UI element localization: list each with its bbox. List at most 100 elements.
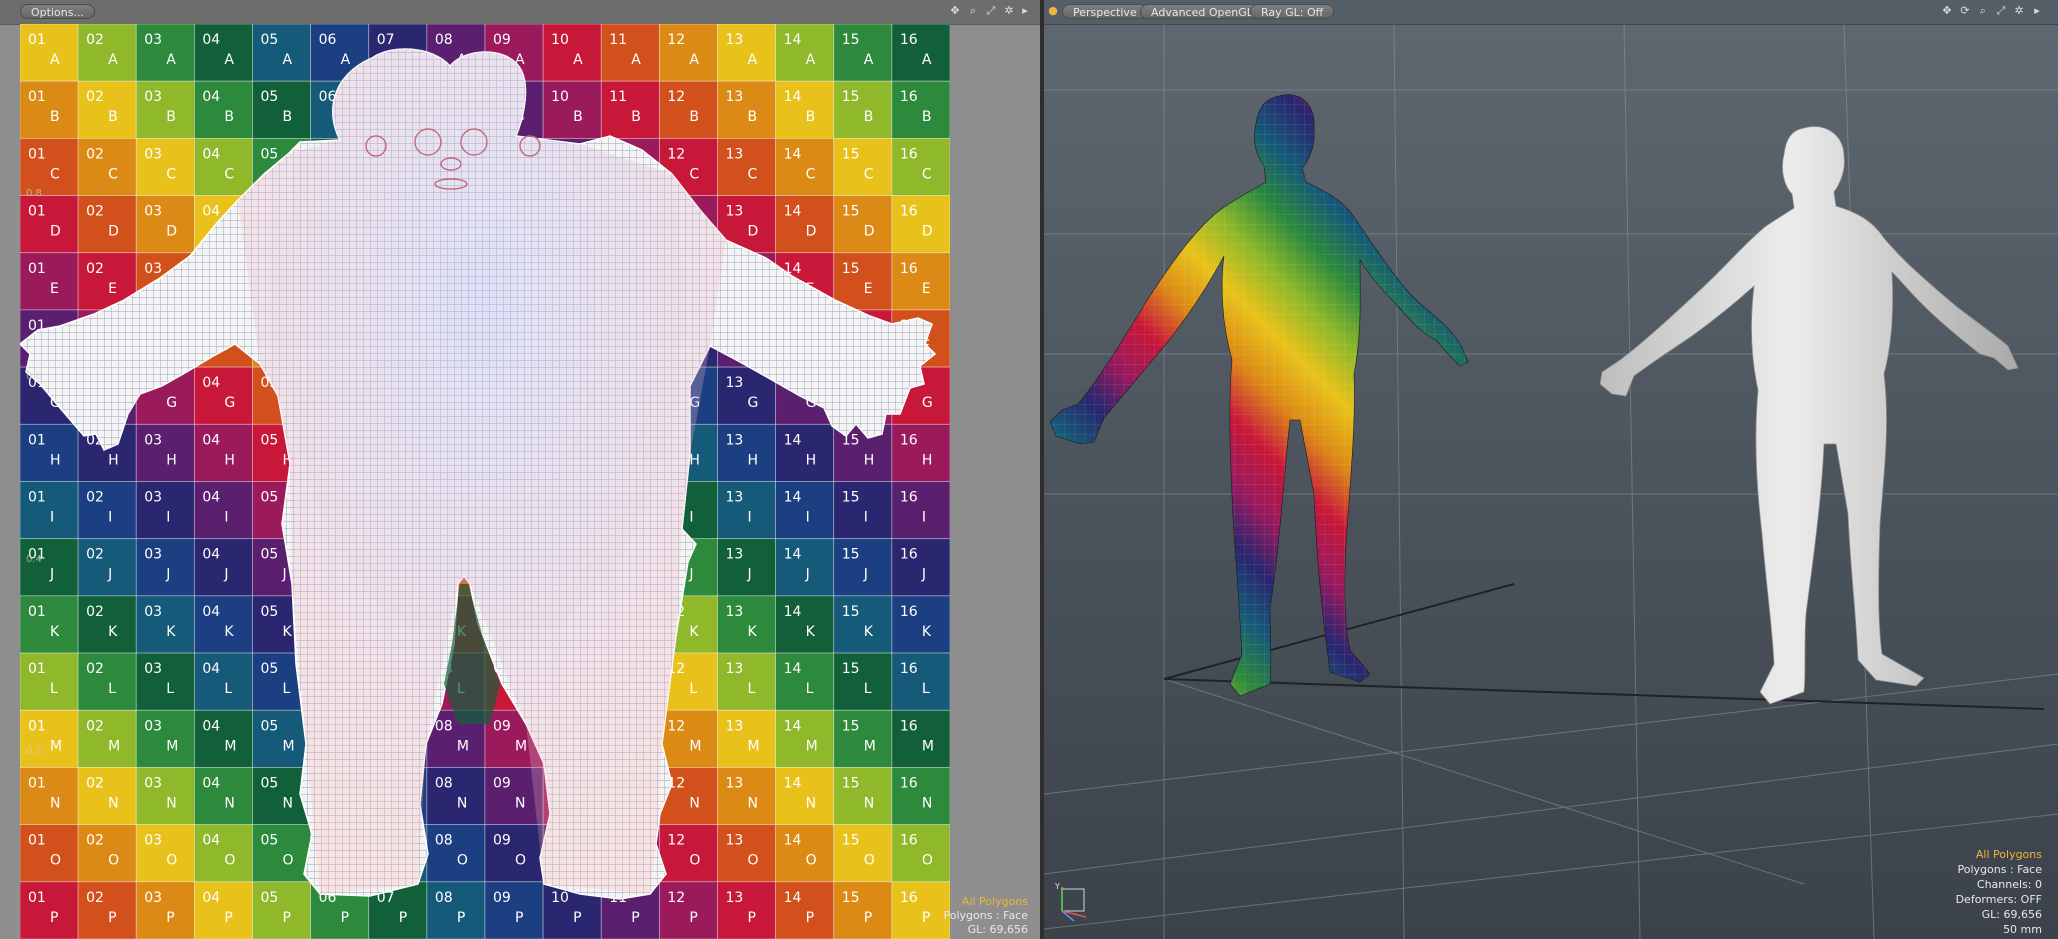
settings-icon[interactable]: ✲ [2012,4,2026,18]
checker-column-label: 02 [86,775,104,791]
checker-row-label: C [922,166,932,182]
checker-row-label: H [806,452,817,468]
checker-column-label: 04 [202,146,220,162]
checker-row-label: B [631,109,641,125]
checker-row-label: N [689,795,699,811]
fit-icon[interactable]: ⤢ [1994,4,2008,18]
checker-column-label: 06 [319,32,337,48]
ground-grid [1044,24,2058,939]
checker-column-label: 14 [784,490,802,506]
checker-row-label: P [515,910,523,926]
checker-column-label: 10 [551,890,569,906]
checker-column-label: 04 [202,604,220,620]
checker-column-label: 03 [144,547,162,563]
viewport-dot-icon[interactable]: ● [1046,4,1060,18]
checker-row-label: C [224,166,234,182]
checker-row-label: H [166,452,177,468]
checker-row-label: E [922,281,931,297]
checker-column-label: 02 [86,604,104,620]
uv-canvas[interactable]: 01A02A03A04A05A06A07A08A09A10A11A12A13A1… [20,24,950,939]
checker-column-label: 12 [667,32,685,48]
checker-column-label: 15 [842,775,860,791]
checker-row-label: O [457,853,468,869]
rotate-icon[interactable]: ⟳ [1958,4,1972,18]
checker-row-label: P [108,910,116,926]
fit-icon[interactable]: ⤢ [984,4,998,18]
checker-column-label: 14 [784,432,802,448]
options-button[interactable]: Options... [20,4,95,19]
3d-viewport[interactable]: ● Perspective Advanced OpenGL Ray GL: Of… [1044,0,2058,939]
checker-row-label: K [224,624,234,640]
checker-row-label: N [922,795,932,811]
checker-row-label: H [922,452,933,468]
checker-row-label: L [166,681,174,697]
gl-count-label: GL: 69,656 [1981,908,2042,921]
checker-row-label: A [689,52,699,68]
checker-column-label: 03 [144,490,162,506]
checker-row-label: H [108,452,119,468]
checker-column-label: 01 [28,146,46,162]
viewport-scene[interactable] [1044,24,2058,939]
zoom-icon[interactable]: ⌕ [966,4,980,18]
checker-column-label: 02 [86,661,104,677]
checker-row-label: P [689,910,697,926]
checker-row-label: M [806,738,818,754]
axis-gizmo: Y [1054,882,1087,922]
checker-row-label: P [922,910,930,926]
checker-row-label: K [283,624,293,640]
checker-row-label: P [224,910,232,926]
uv-info-readout: All Polygons Polygons : Face GL: 69,656 [943,895,1028,937]
checker-column-label: 13 [726,89,744,105]
move-icon[interactable]: ✥ [1940,4,1954,18]
checker-row-label: G [922,395,933,411]
checker-row-label: B [108,109,118,125]
expand-arrow-icon[interactable]: ▸ [2030,4,2044,18]
checker-row-label: C [50,166,60,182]
checker-row-label: H [689,452,700,468]
checker-row-label: B [224,109,234,125]
checker-column-label: 12 [667,146,685,162]
svg-text:Y: Y [1054,882,1060,891]
checker-column-label: 03 [144,718,162,734]
checker-row-label: P [864,910,872,926]
checker-row-label: L [806,681,814,697]
checker-row-label: B [166,109,176,125]
checker-row-label: I [50,510,54,526]
checker-column-label: 13 [726,890,744,906]
checker-column-label: 14 [784,146,802,162]
checker-row-label: I [108,510,112,526]
checker-row-label: L [922,681,930,697]
checker-column-label: 16 [900,490,918,506]
checker-column-label: 10 [551,32,569,48]
checker-column-label: 04 [202,718,220,734]
checker-column-label: 01 [28,833,46,849]
checker-column-label: 03 [144,204,162,220]
checker-column-label: 04 [202,204,220,220]
checker-row-label: N [283,795,293,811]
checker-row-label: D [50,224,61,240]
checker-column-label: 15 [842,547,860,563]
checker-row-label: K [108,624,118,640]
perspective-button[interactable]: Perspective [1062,4,1148,19]
zoom-icon[interactable]: ⌕ [1976,4,1990,18]
clay-human-model[interactable] [1599,126,2019,705]
checker-row-label: A [631,52,641,68]
expand-arrow-icon[interactable]: ▸ [1018,4,1032,18]
move-icon[interactable]: ✥ [948,4,962,18]
checker-row-label: P [166,910,174,926]
checker-column-label: 05 [261,833,279,849]
deformers-label: Deformers: OFF [1955,893,2042,906]
checker-row-label: C [166,166,176,182]
checker-row-label: K [689,624,699,640]
checker-row-label: K [748,624,758,640]
settings-icon[interactable]: ✲ [1002,4,1016,18]
checker-row-label: H [224,452,235,468]
checker-column-label: 03 [144,89,162,105]
checker-row-label: O [689,853,700,869]
textured-human-model[interactable] [1049,94,1469,697]
raygl-button[interactable]: Ray GL: Off [1250,4,1335,19]
shading-mode-button[interactable]: Advanced OpenGL [1140,4,1264,19]
checker-column-label: 03 [144,661,162,677]
checker-row-label: B [922,109,932,125]
checker-column-label: 01 [28,32,46,48]
